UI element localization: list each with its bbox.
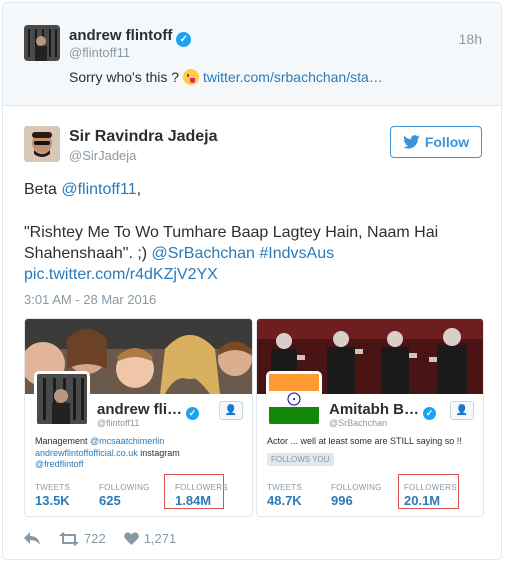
like-count: 1,271 (143, 531, 177, 546)
tongue-wink-emoji-icon (183, 69, 200, 85)
bio-text: Management (35, 436, 91, 446)
stat-followers: FOLLOWERS 20.1M (404, 483, 457, 508)
tweet-actions: 722 1,271 (24, 531, 194, 546)
follows-you-badge: FOLLOWS YOU (267, 452, 334, 466)
tweet-timestamp[interactable]: 3:01 AM - 28 Mar 2016 (24, 292, 156, 307)
author-name[interactable]: andrew flintoff ✓ (69, 27, 192, 47)
tweet-text-line: pic.twitter.com/r4dKZjV2YX (24, 266, 218, 284)
bio-link: andrewflintoffofficial.co.uk (35, 447, 138, 458)
stat-value: 20.1M (404, 493, 441, 508)
bio-mention: @mcsaatchimerlin (90, 436, 165, 446)
stat-tweets: TWEETS 13.5K (35, 483, 70, 508)
reply-timestamp[interactable]: 18h (459, 31, 482, 47)
mention-link[interactable]: @flintoff11 (61, 181, 136, 198)
verified-badge-icon: ✓ (186, 407, 200, 420)
reply-link[interactable]: twitter.com/srbachchan/sta… (203, 69, 383, 85)
reply-tweet[interactable]: andrew flintoff ✓ @flintoff11 18h Sorry w… (3, 3, 501, 106)
follow-button-label[interactable]: Follow (425, 134, 469, 150)
stat-following: FOLLOWING 625 (99, 483, 150, 508)
stat-value: 996 (331, 493, 353, 508)
tweet-text-line: Beta @flintoff11, (24, 181, 141, 199)
author-handle[interactable]: @SirJadeja (69, 148, 136, 163)
author-name[interactable]: Sir Ravindra Jadeja (69, 128, 218, 146)
tweet-text-line: Shahenshaah". ;) @SrBachchan #IndvsAus (24, 245, 334, 263)
reply-icon (24, 532, 40, 545)
card-bio: Management @mcsaatchimerlin andrewflinto… (35, 436, 250, 471)
card-avatar (34, 371, 90, 427)
like-button[interactable]: 1,271 (123, 531, 177, 546)
heart-icon (123, 532, 139, 545)
card-handle: @SrBachchan (329, 418, 388, 428)
stat-tweets: TWEETS 48.7K (267, 483, 302, 508)
reply-button[interactable] (24, 532, 41, 545)
card-handle: @flintoff11 (97, 418, 140, 428)
author-name-text[interactable]: andrew flintoff (69, 27, 172, 44)
media-image-flintoff[interactable]: andrew fli… ✓ @flintoff11 👤 Management @m… (24, 318, 253, 517)
tweet-embed: andrew flintoff ✓ @flintoff11 18h Sorry w… (2, 2, 502, 560)
reply-body: Sorry who's this ? (69, 69, 180, 85)
bio-mention: @fredflintoff (35, 459, 84, 469)
retweet-count: 722 (84, 531, 106, 546)
bio-text: Actor ... well at least some are STILL s… (267, 436, 462, 446)
retweet-icon (59, 531, 79, 546)
media-image-bachchan[interactable]: Amitabh B… ✓ @SrBachchan 👤 Actor ... well… (256, 318, 484, 517)
tweet-text: Shahenshaah". ;) (24, 245, 152, 262)
verified-badge-icon: ✓ (423, 407, 436, 420)
stat-label: FOLLOWING (331, 483, 382, 492)
stat-following: FOLLOWING 996 (331, 483, 382, 508)
stat-label: FOLLOWERS (175, 483, 228, 492)
pic-link[interactable]: pic.twitter.com/r4dKZjV2YX (24, 266, 218, 283)
follow-button[interactable]: Follow (390, 126, 482, 158)
tweet-text: , (136, 181, 142, 198)
stat-value: 13.5K (35, 493, 70, 508)
stat-value: 1.84M (175, 493, 212, 508)
bio-text: instagram (137, 447, 180, 458)
tweet-text-line: "Rishtey Me To Wo Tumhare Baap Lagtey Ha… (24, 224, 439, 241)
author-handle[interactable]: @flintoff11 (69, 45, 130, 60)
verified-badge-icon: ✓ (176, 32, 192, 47)
hashtag-link[interactable]: #IndvsAus (259, 245, 334, 262)
stat-label: FOLLOWERS (404, 483, 457, 492)
follow-person-icon: 👤 (219, 401, 243, 420)
retweet-button[interactable]: 722 (59, 531, 106, 546)
stat-value: 625 (99, 493, 121, 508)
stat-value: 48.7K (267, 493, 302, 508)
mention-link[interactable]: @SrBachchan (152, 245, 255, 262)
follow-person-icon: 👤 (450, 401, 474, 420)
card-bio: Actor ... well at least some are STILL s… (267, 436, 482, 466)
reply-text: Sorry who's this ? twitter.com/srbachchan… (69, 69, 383, 85)
stat-label: TWEETS (35, 483, 71, 492)
tweet-text: Beta (24, 181, 62, 198)
avatar[interactable] (24, 126, 60, 162)
card-name-text: andrew fli… (97, 401, 183, 418)
card-name-text: Amitabh B… (329, 401, 419, 418)
stat-followers: FOLLOWERS 1.84M (175, 483, 228, 508)
stat-label: TWEETS (267, 483, 303, 492)
avatar[interactable] (24, 25, 60, 61)
card-avatar (266, 371, 322, 427)
twitter-bird-icon (402, 135, 420, 149)
stat-label: FOLLOWING (99, 483, 150, 492)
